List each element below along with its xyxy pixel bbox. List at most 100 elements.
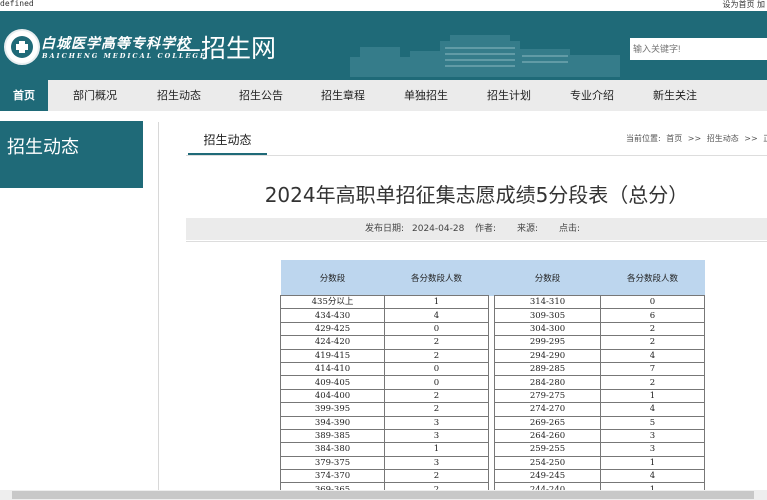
- table-row: 394-390 3 269-265 5: [280, 415, 705, 430]
- school-name-cn: 白城医学高等专科学校: [41, 36, 191, 52]
- debug-text: defined: [0, 0, 34, 8]
- breadcrumb-sep: >>: [687, 134, 702, 143]
- table-cell: 2: [600, 375, 705, 390]
- column-header: 各分数段人数: [384, 260, 489, 296]
- table-cell: 7: [600, 361, 705, 377]
- nav-item-departments[interactable]: 部门概况: [62, 80, 128, 111]
- table-cell: 1: [600, 455, 705, 471]
- source-label: 来源:: [517, 224, 539, 234]
- table-row: 435分以上 1 314-310 0: [280, 294, 705, 310]
- table-cell: 0: [384, 321, 489, 337]
- table-cell: 419-415: [280, 348, 385, 363]
- table-cell: 269-265: [494, 415, 601, 430]
- table-cell: 0: [600, 294, 705, 310]
- table-cell: 4: [600, 348, 705, 363]
- table-cell: 0: [384, 375, 489, 390]
- horizontal-scrollbar[interactable]: [0, 490, 767, 500]
- content-tab[interactable]: 招生动态: [188, 128, 267, 155]
- score-table: 分数段 各分数段人数 分数段 各分数段人数 435分以上 1 314-310 0 434…: [280, 260, 705, 497]
- table-cell: 414-410: [280, 361, 385, 377]
- table-cell: 394-390: [280, 415, 385, 430]
- author-label: 作者:: [475, 224, 497, 234]
- nav-item-news[interactable]: 招生动态: [146, 80, 212, 111]
- top-links[interactable]: 设为首页 加: [722, 0, 765, 10]
- table-cell: 304-300: [494, 321, 601, 337]
- nav-item-independent[interactable]: 单独招生: [393, 80, 459, 111]
- table-cell: 2: [384, 402, 489, 417]
- table-cell: 274-270: [494, 402, 601, 417]
- table-cell: 254-250: [494, 455, 601, 471]
- column-header: 各分数段人数: [600, 260, 705, 296]
- table-cell: 2: [384, 469, 489, 484]
- table-cell: 1: [384, 294, 489, 310]
- clicks-label: 点击:: [559, 224, 581, 234]
- table-cell: 2: [384, 348, 489, 363]
- table-cell: 429-425: [280, 321, 385, 337]
- table-cell: 5: [600, 415, 705, 430]
- table-cell: 264-260: [494, 428, 601, 444]
- article-title: 2024年高职单招征集志愿成绩5分段表（总分）: [264, 183, 689, 207]
- table-row: 434-430 4 309-305 6: [280, 308, 705, 323]
- table-row: 374-370 2 249-245 4: [280, 469, 705, 484]
- nav-item-plan[interactable]: 招生计划: [476, 80, 542, 111]
- table-cell: 1: [384, 442, 489, 457]
- table-cell: 4: [384, 308, 489, 323]
- table-cell: 2: [600, 321, 705, 337]
- table-row: 399-395 2 274-270 4: [280, 402, 705, 417]
- table-cell: 309-305: [494, 308, 601, 323]
- sidebar-title: 招生动态: [7, 137, 79, 158]
- breadcrumb-news[interactable]: 招生动态: [707, 134, 739, 143]
- table-row: 404-400 2 279-275 1: [280, 388, 705, 404]
- sidebar-title-box: 招生动态: [0, 121, 143, 188]
- table-row: 409-405 0 284-280 2: [280, 375, 705, 390]
- table-cell: 389-385: [280, 428, 385, 444]
- breadcrumb-label: 当前位置:: [626, 134, 661, 143]
- table-cell: 4: [600, 402, 705, 417]
- nav-item-freshmen[interactable]: 新生关注: [642, 80, 708, 111]
- breadcrumb-home[interactable]: 首页: [666, 134, 682, 143]
- column-header: 分数段: [494, 260, 601, 296]
- breadcrumb-current: 正文: [763, 134, 767, 143]
- table-cell: 279-275: [494, 388, 601, 404]
- table-cell: 0: [384, 361, 489, 377]
- divider: [158, 122, 159, 500]
- search-input[interactable]: [630, 38, 767, 60]
- table-cell: 2: [384, 335, 489, 350]
- table-cell: 404-400: [280, 388, 385, 404]
- table-cell: 2: [600, 335, 705, 350]
- table-cell: 3: [600, 442, 705, 457]
- table-cell: 424-420: [280, 335, 385, 350]
- table-row: 384-380 1 259-255 3: [280, 442, 705, 457]
- table-cell: 249-245: [494, 469, 601, 484]
- site-header: 白城医学高等专科学校 BAICHENG MEDICAL COLLEGE —招生网: [0, 11, 767, 80]
- table-cell: 1: [600, 388, 705, 404]
- column-header: 分数段: [280, 260, 385, 296]
- table-cell: 6: [600, 308, 705, 323]
- table-row: 389-385 3 264-260 3: [280, 428, 705, 444]
- breadcrumb-sep: >>: [744, 134, 758, 143]
- scrollbar-thumb[interactable]: [12, 491, 754, 499]
- top-strip: defined 设为首页 加: [0, 0, 767, 11]
- table-header-row: 分数段 各分数段人数 分数段 各分数段人数: [280, 260, 705, 296]
- site-title: —招生网: [176, 34, 277, 63]
- table-cell: 399-395: [280, 402, 385, 417]
- table-row: 419-415 2 294-290 4: [280, 348, 705, 363]
- table-cell: 284-280: [494, 375, 601, 390]
- table-row: 424-420 2 299-295 2: [280, 335, 705, 350]
- article-meta: 发布日期: 2024-04-28 作者: 来源: 点击:: [186, 218, 767, 240]
- table-cell: 3: [600, 428, 705, 444]
- table-cell: 294-290: [494, 348, 601, 363]
- publish-date: 2024-04-28: [412, 224, 465, 234]
- nav-item-majors[interactable]: 专业介绍: [559, 80, 625, 111]
- nav-item-regulations[interactable]: 招生章程: [310, 80, 376, 111]
- nav-item-home[interactable]: 首页: [0, 80, 48, 111]
- nav-item-announcements[interactable]: 招生公告: [228, 80, 294, 111]
- divider: [186, 241, 767, 242]
- table-cell: 374-370: [280, 469, 385, 484]
- table-row: 379-375 3 254-250 1: [280, 455, 705, 471]
- breadcrumb: 当前位置: 首页 >> 招生动态 >> 正文: [626, 133, 767, 144]
- school-logo[interactable]: [4, 29, 40, 65]
- table-cell: 384-380: [280, 442, 385, 457]
- table-cell: 409-405: [280, 375, 385, 390]
- campus-skyline-image: [350, 35, 620, 77]
